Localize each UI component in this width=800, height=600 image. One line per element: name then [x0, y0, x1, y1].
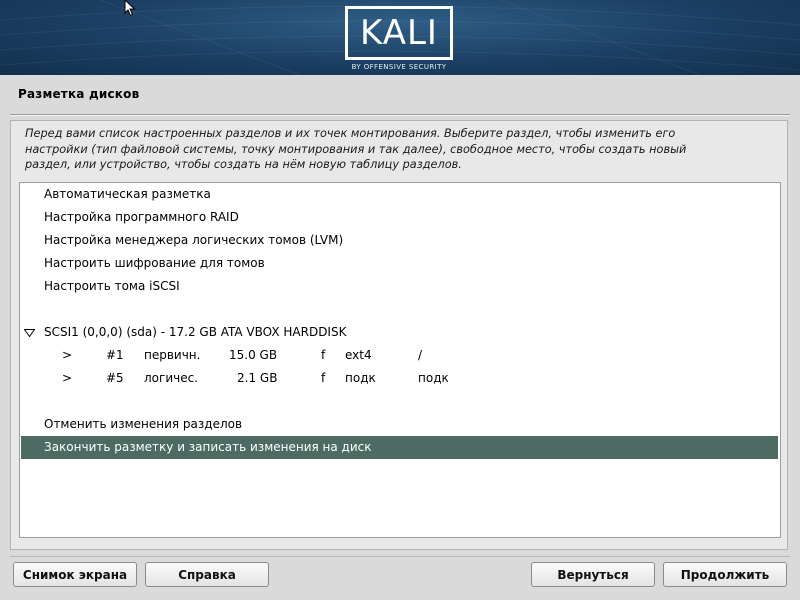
help-button[interactable]: Справка [145, 562, 269, 587]
mouse-pointer-icon [124, 0, 136, 17]
list-item-label: Настроить шифрование для томов [44, 256, 265, 270]
kali-logo-text: KALI [360, 13, 438, 53]
list-item-finish-partitioning[interactable]: Закончить разметку и записать изменения … [21, 436, 778, 459]
partition-size: 2.1 GB [237, 371, 278, 385]
back-button[interactable]: Вернуться [531, 562, 655, 587]
list-item-lvm[interactable]: Настройка менеджера логических томов (LV… [21, 229, 778, 252]
page-title: Разметка дисков [18, 87, 140, 101]
partition-arrow: > [62, 371, 73, 385]
button-bar-divider [10, 556, 790, 557]
partition-size: 15.0 GB [229, 348, 278, 362]
list-item-undo-changes[interactable]: Отменить изменения разделов [21, 413, 778, 436]
partition-row[interactable]: > #5 логичес. 2.1 GB f подк подк [21, 367, 778, 390]
partition-type: первичн. [144, 348, 201, 362]
partition-list[interactable]: Автоматическая разметка Настройка програ… [19, 182, 781, 538]
kali-logo-subtitle: BY OFFENSIVE SECURITY [351, 63, 447, 71]
list-item-label: Настройка программного RAID [44, 210, 239, 224]
instructions-line: настройки (тип файловой системы, точку м… [25, 142, 687, 156]
title-divider [10, 114, 790, 116]
list-item-label: Автоматическая разметка [44, 187, 211, 201]
partition-filesystem: ext4 [345, 348, 372, 362]
partition-mount: / [418, 348, 423, 362]
list-item-label: Отменить изменения разделов [44, 417, 243, 431]
list-item-label: Закончить разметку и записать изменения … [44, 440, 372, 454]
list-item-software-raid[interactable]: Настройка программного RAID [21, 206, 778, 229]
list-item-iscsi[interactable]: Настроить тома iSCSI [21, 275, 778, 298]
partition-filesystem: подк [345, 371, 376, 385]
kali-logo: KALI [345, 6, 453, 60]
instructions-line: Перед вами список настроенных разделов и… [25, 127, 676, 140]
partition-row[interactable]: > #1 первичн. 15.0 GB f ext4 / [21, 344, 778, 367]
partition-number: #1 [106, 348, 124, 362]
screenshot-button[interactable]: Снимок экрана [13, 562, 137, 587]
kali-banner: KALI BY OFFENSIVE SECURITY [0, 0, 800, 75]
list-item-auto-partition[interactable]: Автоматическая разметка [21, 183, 778, 206]
partition-flag: f [321, 348, 326, 362]
partition-arrow: > [62, 348, 73, 362]
partition-number: #5 [106, 371, 124, 385]
instructions-text: Перед вами список настроенных разделов и… [25, 126, 785, 173]
partition-type: логичес. [144, 371, 198, 385]
list-item-label: Настройка менеджера логических томов (LV… [44, 233, 344, 247]
list-item-encryption[interactable]: Настроить шифрование для томов [21, 252, 778, 275]
continue-button[interactable]: Продолжить [663, 562, 787, 587]
disk-row-sda[interactable]: SCSI1 (0,0,0) (sda) - 17.2 GB ATA VBOX H… [21, 321, 778, 344]
instructions-line: раздел, или устройство, чтобы создать на… [25, 158, 462, 171]
disk-label: SCSI1 (0,0,0) (sda) - 17.2 GB ATA VBOX H… [44, 325, 347, 339]
partition-mount: подк [418, 371, 449, 385]
partition-flag: f [321, 371, 326, 385]
list-item-label: Настроить тома iSCSI [44, 279, 180, 293]
expand-triangle-icon [24, 329, 35, 337]
